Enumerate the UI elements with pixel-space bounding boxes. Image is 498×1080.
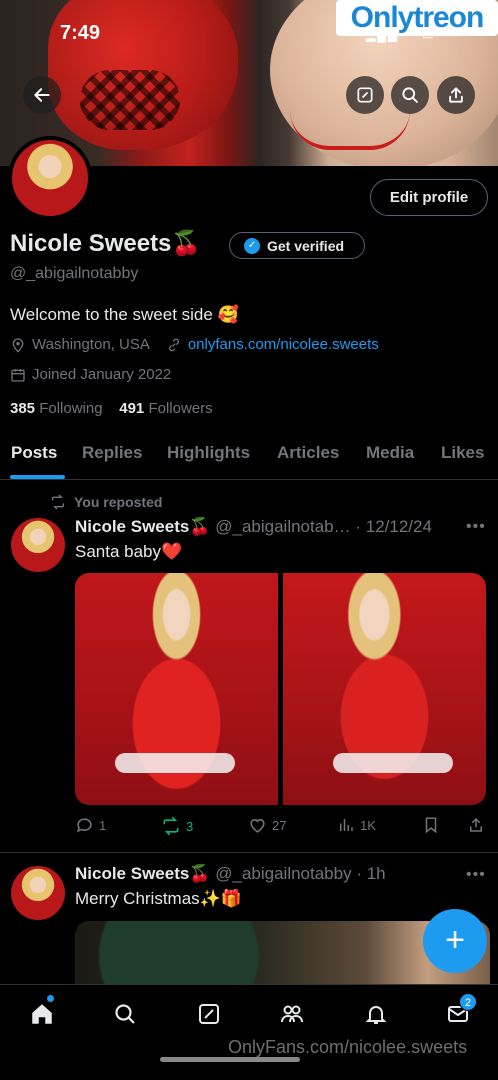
post-image[interactable] [283, 573, 486, 805]
post-text: Santa baby❤️ [75, 542, 183, 561]
post-meta: @_abigailnotab… · 12/12/24 [215, 517, 432, 536]
followers-link[interactable]: 491 Followers [119, 400, 212, 417]
nav-home[interactable] [27, 995, 57, 1029]
post-image[interactable] [75, 573, 278, 805]
analytics-icon [340, 819, 353, 831]
repost-indicator: You reposted [50, 494, 162, 510]
repost-icon [163, 816, 179, 836]
profile-bio: Welcome to the sweet side 🥰 [10, 305, 239, 324]
compose-button[interactable] [346, 76, 384, 114]
post-share-button[interactable] [467, 816, 485, 834]
reply-button[interactable]: 1 [75, 816, 106, 835]
tab-posts[interactable]: Posts [11, 443, 57, 463]
nav-grok[interactable] [194, 999, 224, 1029]
banner-image-detail [80, 70, 180, 130]
like-count: 27 [272, 818, 287, 833]
active-tab-indicator [10, 475, 65, 479]
following-link[interactable]: 385 Following [10, 400, 103, 417]
profile-location: Washington, USA [32, 336, 150, 353]
post-actions: 1 3 27 1K [75, 816, 490, 838]
profile-name: Nicole Sweets🍒 [10, 230, 202, 257]
back-button[interactable] [23, 76, 61, 114]
profile-joined: Joined January 2022 [32, 366, 172, 383]
follow-stats: 385 Following 491 Followers [10, 400, 213, 417]
watermark-text: OnlyFans.com/nicolee.sweets [228, 1037, 468, 1057]
more-icon[interactable]: ••• [466, 518, 486, 536]
views-count: 1K [360, 817, 376, 833]
share-icon [470, 817, 482, 832]
profile-meta-joined: Joined January 2022 [10, 366, 171, 383]
heart-icon [250, 819, 265, 833]
image-detail [333, 753, 453, 773]
grok-icon [199, 1004, 219, 1024]
post-meta: @_abigailnotabby · 1h [215, 864, 386, 883]
image-detail [115, 753, 235, 773]
repost-button[interactable]: 3 [161, 816, 193, 836]
reply-count: 1 [99, 818, 107, 833]
tab-articles[interactable]: Articles [277, 443, 339, 463]
home-icon [32, 1004, 52, 1024]
home-indicator[interactable] [160, 1057, 300, 1062]
post-divider [0, 852, 498, 853]
profile-link[interactable]: onlyfans.com/nicolee.sweets [188, 336, 379, 353]
like-button[interactable]: 27 [248, 816, 286, 835]
tab-media[interactable]: Media [366, 443, 414, 463]
search-icon [402, 87, 419, 104]
arrow-left-icon [34, 88, 50, 102]
link-icon [168, 338, 179, 351]
more-icon[interactable]: ••• [466, 866, 486, 884]
nav-notifications[interactable] [361, 999, 391, 1029]
messages-badge: 2 [459, 993, 477, 1011]
repost-note-text: You reposted [74, 494, 163, 510]
location-icon [12, 337, 24, 353]
profile-meta-location-link: Washington, USA onlyfans.com/nicolee.swe… [10, 336, 379, 353]
notifications-icon [365, 1006, 387, 1024]
reply-icon [76, 818, 92, 833]
bookmark-button[interactable] [422, 816, 440, 834]
nav-search[interactable] [110, 999, 140, 1029]
search-button[interactable] [391, 76, 429, 114]
repost-icon [52, 494, 64, 510]
nav-communities[interactable] [277, 999, 307, 1029]
tab-replies[interactable]: Replies [82, 443, 142, 463]
get-verified-button[interactable]: ✓ Get verified [229, 232, 365, 259]
bookmark-icon [425, 817, 437, 834]
post-author-name[interactable]: Nicole Sweets🍒 [75, 517, 211, 536]
search-icon [115, 1004, 135, 1024]
profile-tabs: Posts Replies Highlights Articles Media … [0, 440, 498, 480]
edit-profile-button[interactable]: Edit profile [370, 179, 488, 216]
profile-avatar[interactable] [8, 136, 92, 220]
repost-count: 3 [186, 818, 194, 834]
nav-messages[interactable]: 2 [443, 993, 477, 1029]
post-avatar[interactable] [11, 866, 65, 920]
profile-handle: @_abigailnotabby [10, 265, 139, 282]
bottom-navigation: 2 OnlyFans.com/nicolee.sweets [0, 984, 498, 1080]
status-time: 7:49 [60, 22, 101, 44]
tab-highlights[interactable]: Highlights [167, 443, 250, 463]
get-verified-label: Get verified [267, 237, 345, 254]
views-button[interactable]: 1K [337, 816, 376, 834]
post-header: Nicole Sweets🍒 @_abigailnotabby · 1h [75, 864, 386, 884]
tab-likes[interactable]: Likes [441, 443, 484, 463]
calendar-icon [11, 368, 25, 382]
post-avatar[interactable] [11, 518, 65, 572]
share-button[interactable] [437, 76, 475, 114]
post-header: Nicole Sweets🍒 @_abigailnotab… · 12/12/2… [75, 517, 432, 537]
communities-icon [281, 1005, 303, 1023]
verified-badge-icon: ✓ [244, 237, 260, 254]
compose-post-button[interactable]: + [423, 909, 487, 973]
share-icon [449, 87, 463, 103]
post-text: Merry Christmas✨🎁 [75, 889, 243, 908]
compose-icon [357, 87, 373, 103]
unread-dot [47, 995, 54, 1002]
watermark-logo: Onlytreon [336, 0, 498, 36]
post-author-name[interactable]: Nicole Sweets🍒 [75, 864, 211, 883]
